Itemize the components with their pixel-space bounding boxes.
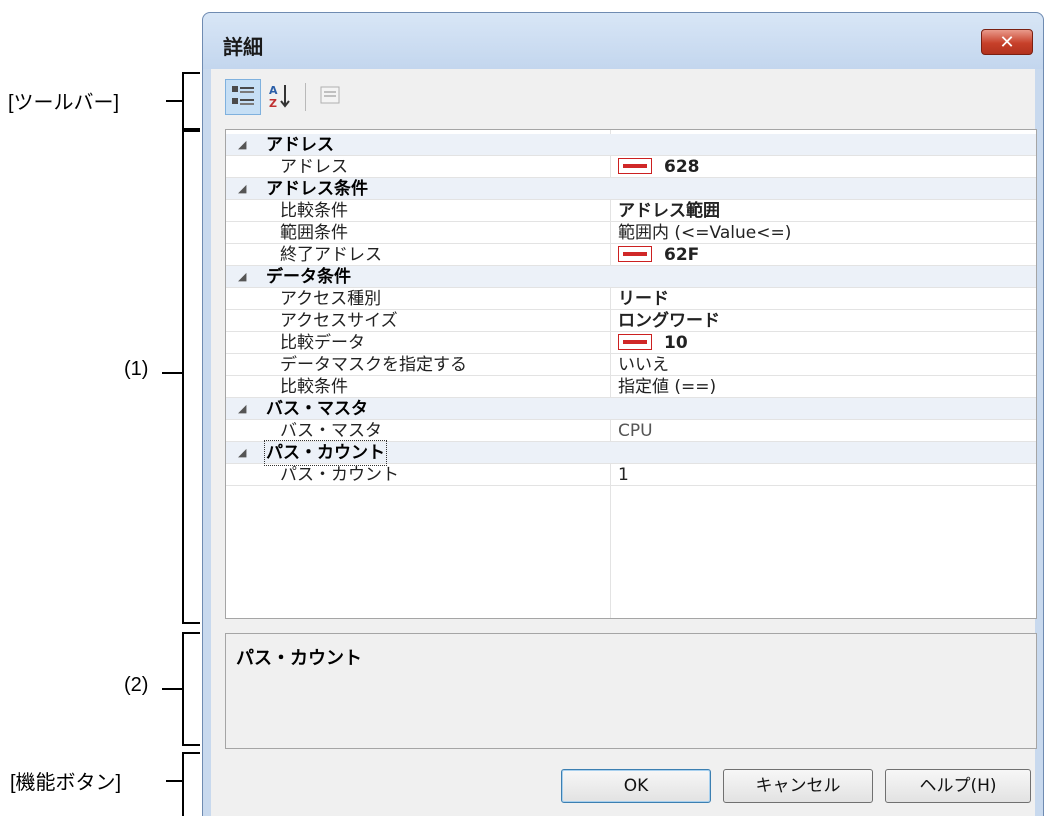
hex-value: 10	[664, 333, 688, 353]
hex-notation-icon	[618, 158, 652, 174]
property-row[interactable]: アクセス種別 リード	[226, 288, 1036, 310]
property-value[interactable]: 指定値 (==)	[618, 376, 716, 398]
property-value[interactable]: 628	[618, 156, 700, 178]
category-row[interactable]: ◢ パス・カウント	[226, 440, 1036, 466]
area1-callout-bracket	[182, 128, 200, 624]
property-name: 比較条件	[280, 201, 348, 221]
property-grid[interactable]: ◢ アドレス アドレス 628 ◢ アドレス条件 比較条件 アドレス範囲範囲条件 範囲内 (<=…	[225, 129, 1037, 619]
property-pages-icon	[320, 86, 340, 104]
sort-alphabetical-button[interactable]: A Z	[263, 79, 299, 115]
property-row[interactable]: バス・マスタ CPU	[226, 420, 1036, 442]
property-row[interactable]: 比較条件 指定値 (==)	[226, 376, 1036, 398]
property-name: アドレス	[280, 157, 348, 177]
property-row[interactable]: 範囲条件 範囲内 (<=Value<=)	[226, 222, 1036, 244]
collapse-triangle-icon[interactable]: ◢	[238, 442, 246, 464]
hex-value: 628	[664, 157, 700, 177]
property-row[interactable]: 比較条件 アドレス範囲	[226, 200, 1036, 222]
category-row[interactable]: ◢ データ条件	[226, 266, 1036, 288]
property-name: バス・マスタ	[280, 421, 382, 441]
property-name: データマスクを指定する	[280, 355, 467, 375]
property-row[interactable]: パス・カウント 1	[226, 464, 1036, 486]
collapse-triangle-icon[interactable]: ◢	[238, 398, 246, 420]
description-title: パス・カウント	[236, 648, 362, 669]
categorized-view-button[interactable]	[225, 79, 261, 115]
category-row[interactable]: ◢ アドレス	[226, 134, 1036, 156]
dialog-title: 詳細	[223, 35, 263, 59]
property-name: 範囲条件	[280, 223, 348, 243]
hex-value: 62F	[664, 245, 700, 265]
category-name: パス・カウント	[264, 440, 387, 466]
hex-notation-icon	[618, 246, 652, 262]
area1-callout-line	[162, 372, 184, 374]
ok-button[interactable]: OK	[561, 769, 711, 803]
category-name: バス・マスタ	[266, 399, 368, 419]
sort-az-icon: A Z	[269, 84, 290, 110]
function-buttons-callout-bracket	[182, 752, 200, 816]
hex-notation-icon	[618, 334, 652, 350]
svg-text:Z: Z	[269, 97, 277, 110]
toolbar-separator	[305, 83, 306, 111]
details-dialog: 詳細 ✕ A Z ◢ アドレス アドレス 628 ◢ アドレス条件 比較条件 ア…	[202, 12, 1044, 816]
property-row[interactable]: 比較データ 10	[226, 332, 1036, 354]
property-pages-button[interactable]	[313, 79, 349, 115]
dialog-client-area: A Z ◢ アドレス アドレス 628 ◢ アドレス条件 比較条件 アドレス範囲範囲条件 範囲内…	[211, 69, 1037, 816]
close-button[interactable]: ✕	[981, 29, 1033, 55]
property-row[interactable]: データマスクを指定する いいえ	[226, 354, 1036, 376]
collapse-triangle-icon[interactable]: ◢	[238, 266, 246, 288]
cancel-button[interactable]: キャンセル	[723, 769, 873, 803]
property-value[interactable]: 範囲内 (<=Value<=)	[618, 222, 791, 244]
property-value[interactable]: 1	[618, 464, 629, 486]
property-row[interactable]: アクセスサイズ ロングワード	[226, 310, 1036, 332]
property-name: アクセス種別	[280, 289, 382, 309]
area1-callout-label: (1)	[124, 358, 149, 380]
close-icon: ✕	[999, 32, 1015, 53]
property-name: 終了アドレス	[280, 245, 382, 265]
property-name: アクセスサイズ	[280, 311, 398, 331]
categorized-view-icon	[232, 86, 254, 105]
property-name: パス・カウント	[280, 465, 399, 485]
area2-callout-line	[162, 688, 184, 690]
toolbar-callout-bracket	[182, 72, 200, 132]
property-name: 比較条件	[280, 377, 348, 397]
function-buttons-callout-label: [機能ボタン]	[10, 772, 122, 794]
svg-text:A: A	[269, 84, 278, 97]
help-button[interactable]: ヘルプ(H)	[885, 769, 1031, 803]
collapse-triangle-icon[interactable]: ◢	[238, 134, 246, 156]
property-value[interactable]: ロングワード	[618, 310, 720, 332]
collapse-triangle-icon[interactable]: ◢	[238, 178, 246, 200]
property-value[interactable]: 62F	[618, 244, 699, 266]
property-value[interactable]: 10	[618, 332, 688, 354]
property-value[interactable]: CPU	[618, 420, 653, 442]
category-name: データ条件	[266, 267, 351, 287]
dialog-titlebar[interactable]: 詳細 ✕	[203, 13, 1043, 69]
area2-callout-bracket	[182, 632, 200, 746]
category-row[interactable]: ◢ バス・マスタ	[226, 398, 1036, 420]
property-row[interactable]: 終了アドレス 62F	[226, 244, 1036, 266]
property-row[interactable]: アドレス 628	[226, 156, 1036, 178]
toolbar-callout-label: [ツールバー]	[8, 92, 120, 114]
property-value[interactable]: リード	[618, 288, 669, 310]
description-area: パス・カウント	[225, 633, 1037, 749]
category-name: アドレス条件	[266, 179, 368, 199]
property-value[interactable]: アドレス範囲	[618, 200, 720, 222]
property-name: 比較データ	[280, 333, 365, 353]
category-name: アドレス	[266, 135, 334, 155]
property-value[interactable]: いいえ	[618, 354, 669, 376]
category-row[interactable]: ◢ アドレス条件	[226, 178, 1036, 200]
area2-callout-label: (2)	[124, 674, 149, 696]
